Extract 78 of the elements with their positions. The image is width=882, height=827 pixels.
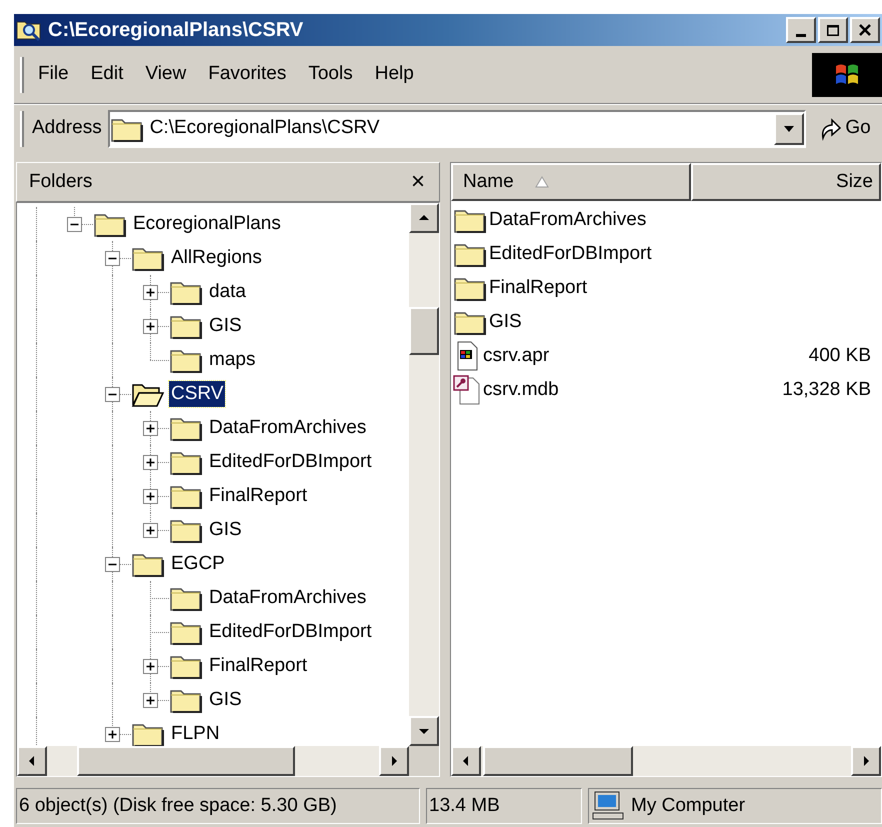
status-objects: 6 object(s) (Disk free space: 5.30 GB) [16,788,420,824]
menu-item[interactable]: Tools [302,60,359,89]
menu-item[interactable]: Help [368,60,420,89]
horizontal-scrollbar[interactable] [451,746,881,776]
go-button[interactable]: Go [810,114,878,143]
minimize-button[interactable] [786,17,816,43]
expand-toggle[interactable] [142,692,158,708]
file-size: 400 KB [808,344,871,368]
tree-item[interactable]: data [207,279,248,305]
file-size: 13,328 KB [782,378,871,402]
tree-item[interactable]: EGCP [169,551,227,577]
file-name[interactable]: FinalReport [489,274,588,302]
expand-toggle[interactable] [142,522,158,538]
expand-toggle[interactable] [142,284,158,300]
expand-toggle[interactable] [142,454,158,470]
address-field[interactable]: C:\EcoregionalPlans\CSRV [108,110,806,148]
status-location: My Computer [631,794,746,818]
dropdown-button[interactable] [774,112,804,144]
window-title: C:\EcoregionalPlans\CSRV [48,18,304,43]
key-document-icon [453,375,481,405]
sort-ascending-icon [534,175,550,189]
scroll-right-button[interactable] [851,746,881,776]
vertical-scrollbar[interactable] [409,203,439,746]
expand-toggle[interactable] [142,658,158,674]
tree-item[interactable]: FinalReport [207,653,310,679]
tree-item[interactable]: GIS [207,313,244,339]
file-name[interactable]: csrv.apr [483,342,550,370]
close-pane-button[interactable]: × [408,170,427,194]
expand-toggle[interactable] [104,726,120,742]
pane-title: Folders [29,170,92,194]
expand-toggle[interactable] [142,318,158,334]
tree-item[interactable]: maps [207,347,258,373]
column-header[interactable]: Size [691,163,881,201]
tree-item[interactable]: FLPN [169,721,222,746]
scroll-thumb[interactable] [77,746,295,776]
address-text: C:\EcoregionalPlans\CSRV [150,116,381,140]
collapse-toggle[interactable] [104,250,120,266]
scroll-thumb[interactable] [409,307,439,355]
tree-item[interactable]: CSRV [169,381,226,407]
scroll-left-button[interactable] [451,746,481,776]
tree-item[interactable]: AllRegions [169,245,264,271]
maximize-button[interactable] [818,17,848,43]
menu-item[interactable]: File [32,60,75,89]
tree-item[interactable]: GIS [207,687,244,713]
file-name[interactable]: DataFromArchives [489,206,646,234]
menu-item[interactable]: View [139,60,192,89]
expand-toggle[interactable] [142,488,158,504]
scroll-left-button[interactable] [17,746,47,776]
computer-icon [591,791,625,821]
tree-item[interactable]: FinalReport [207,483,310,509]
expand-toggle[interactable] [142,420,158,436]
close-icon [859,24,871,36]
minimize-icon [796,34,806,36]
scroll-right-button[interactable] [379,746,409,776]
status-size: 13.4 MB [426,788,582,824]
file-name[interactable]: GIS [489,308,522,336]
scrollbar-corner [409,746,439,776]
tree-item[interactable]: GIS [207,517,244,543]
maximize-icon [827,24,839,36]
scroll-up-button[interactable] [409,203,439,233]
file-name[interactable]: csrv.mdb [483,376,559,404]
collapse-toggle[interactable] [104,556,120,572]
collapse-toggle[interactable] [104,386,120,402]
address-label: Address [32,116,102,140]
file-name[interactable]: EditedForDBImport [489,240,652,268]
menu-item[interactable]: Favorites [202,60,292,89]
tree-item[interactable]: EcoregionalPlans [131,211,283,237]
tree-item[interactable]: DataFromArchives [207,415,368,441]
close-button[interactable] [850,17,880,43]
tree-item[interactable]: DataFromArchives [207,585,368,611]
horizontal-scrollbar[interactable] [17,746,409,776]
scroll-thumb[interactable] [483,746,633,776]
scroll-down-button[interactable] [409,716,439,746]
column-header[interactable]: Name [451,163,691,201]
tree-item[interactable]: EditedForDBImport [207,619,374,645]
menu-item[interactable]: Edit [84,60,130,89]
tree-item[interactable]: EditedForDBImport [207,449,374,475]
collapse-toggle[interactable] [66,216,82,232]
